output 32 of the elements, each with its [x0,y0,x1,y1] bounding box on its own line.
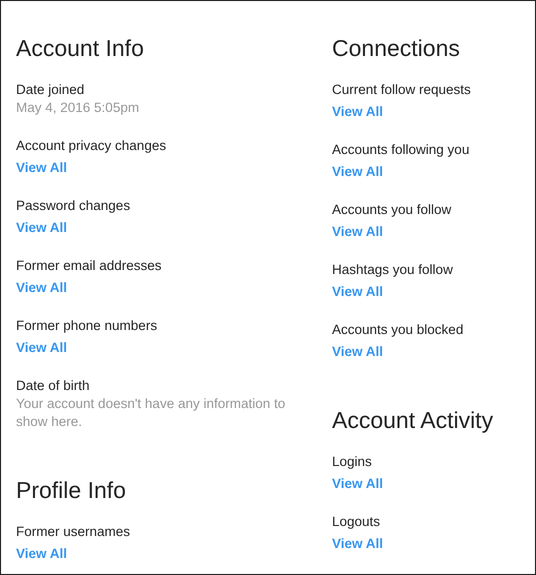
view-all-link[interactable]: View All [332,223,384,241]
view-all-link[interactable]: View All [332,475,384,493]
section-heading: Profile Info [16,476,127,505]
section-heading: Connections [332,34,461,63]
field-label: Accounts you blocked [332,321,464,339]
view-all-link[interactable]: View All [332,103,384,121]
view-all-link[interactable]: View All [332,163,384,181]
field-label: Former usernames [16,523,132,541]
field-label: Logouts [332,513,382,531]
view-all-link[interactable]: View All [332,283,384,301]
field-label: Accounts following you [332,141,470,159]
view-all-link[interactable]: View All [16,339,68,357]
view-all-link[interactable]: View All [16,219,68,237]
view-all-link[interactable]: View All [16,159,68,177]
field-label: Date joined [16,81,86,99]
field-label: Account privacy changes [16,137,168,155]
view-all-link[interactable]: View All [16,545,68,563]
field-label: Former phone numbers [16,317,158,335]
field-label: Accounts you follow [332,201,452,219]
field-label: Hashtags you follow [332,261,454,279]
field-label: Former email addresses [16,257,163,275]
field-label: Logins [332,453,373,471]
view-all-link[interactable]: View All [16,279,68,297]
view-all-link[interactable]: View All [332,343,384,361]
field-value: May 4, 2016 5:05pm [16,99,140,117]
section-heading: Account Info [16,34,145,63]
section-heading: Account Activity [332,406,494,435]
field-label: Password changes [16,197,132,215]
field-value: Your account doesn't have any information to show here. [16,395,286,431]
view-all-link[interactable]: View All [332,535,384,553]
field-label: Current follow requests [332,81,472,99]
field-label: Date of birth [16,377,91,395]
